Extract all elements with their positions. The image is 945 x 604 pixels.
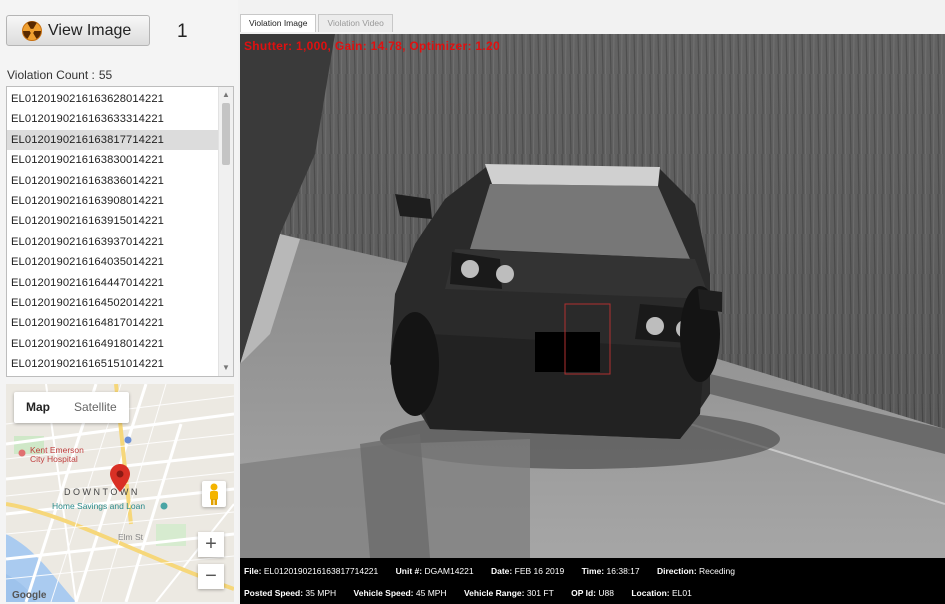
- view-image-button[interactable]: View Image: [6, 15, 150, 46]
- zoom-in-button[interactable]: +: [198, 532, 224, 557]
- info-row-2: Posted Speed: 35 MPH Vehicle Speed: 45 M…: [244, 588, 707, 598]
- info-vehicle-speed: Vehicle Speed: 45 MPH: [353, 588, 447, 598]
- list-scrollbar[interactable]: ▲ ▼: [218, 87, 233, 376]
- info-operator-id: OP Id: U88: [571, 588, 614, 598]
- tab-violation-image[interactable]: Violation Image: [240, 14, 317, 32]
- info-row-1: File: EL0120190216163817714221 Unit #: D…: [244, 566, 750, 576]
- zoom-out-button[interactable]: −: [198, 564, 224, 589]
- violation-list-item[interactable]: EL0120190216163915014221: [7, 211, 219, 231]
- info-posted-speed: Posted Speed: 35 MPH: [244, 588, 337, 598]
- tab-violation-video[interactable]: Violation Video: [318, 14, 393, 32]
- info-vehicle-range: Vehicle Range: 301 FT: [463, 588, 554, 598]
- map-tab-map[interactable]: Map: [14, 392, 62, 423]
- map-type-control[interactable]: Map Satellite: [14, 392, 129, 423]
- violation-list-item[interactable]: EL0120190216164502014221: [7, 293, 219, 313]
- info-file: File: EL0120190216163817714221: [244, 566, 379, 576]
- violation-list-item[interactable]: EL0120190216164447014221: [7, 273, 219, 293]
- radiation-icon: [22, 20, 42, 41]
- viewer-tabs: Violation Image Violation Video: [240, 14, 395, 32]
- info-date: Date: FEB 16 2019: [490, 566, 565, 576]
- info-direction: Direction: Receding: [657, 566, 735, 576]
- left-panel: View Image 1 Violation Count :55 EL01201…: [0, 0, 238, 604]
- violation-info-bar: File: EL0120190216163817714221 Unit #: D…: [240, 558, 945, 604]
- violation-list-item[interactable]: EL0120190216163830014221: [7, 150, 219, 170]
- violation-list-item[interactable]: EL0120190216163628014221: [7, 89, 219, 109]
- violation-list-item[interactable]: EL0120190216164918014221: [7, 334, 219, 354]
- violation-list-item[interactable]: EL0120190216165151014221: [7, 354, 219, 374]
- view-image-label: View Image: [48, 21, 132, 39]
- location-map[interactable]: Map Satellite Kent Emerson City Hospital…: [6, 384, 234, 602]
- violation-list-item[interactable]: EL0120190216164817014221: [7, 313, 219, 333]
- map-label-hospital: Kent Emerson City Hospital: [30, 445, 84, 464]
- map-tab-satellite[interactable]: Satellite: [62, 392, 129, 423]
- camera-settings-overlay: Shutter: 1,000, Gain: 14.78, Optimizer: …: [244, 39, 500, 53]
- violation-list-item[interactable]: EL0120190216163633314221: [7, 109, 219, 129]
- violation-list-item[interactable]: EL0120190216163937014221: [7, 232, 219, 252]
- map-pin-icon[interactable]: [110, 464, 130, 492]
- info-unit: Unit #: DGAM14221: [395, 566, 474, 576]
- violation-image-viewer: Shutter: 1,000, Gain: 14.78, Optimizer: …: [240, 34, 945, 604]
- violation-list-item[interactable]: EL0120190216164035014221: [7, 252, 219, 272]
- info-time: Time: 16:38:17: [581, 566, 640, 576]
- google-logo: Google: [12, 590, 47, 601]
- scroll-up-icon[interactable]: ▲: [219, 89, 233, 101]
- map-label-bank: Home Savings and Loan: [52, 501, 146, 511]
- violation-list[interactable]: EL0120190216163628014221 EL01201902161636…: [6, 86, 234, 377]
- violation-list-item[interactable]: EL0120190216163817714221: [7, 129, 219, 151]
- violation-list-item[interactable]: EL0120190216163908014221: [7, 191, 219, 211]
- info-location: Location: EL01: [631, 588, 692, 598]
- violation-count-value: 55: [98, 68, 113, 82]
- map-label-street: Elm St: [118, 532, 144, 542]
- scroll-thumb[interactable]: [222, 103, 230, 165]
- pegman-icon[interactable]: [202, 481, 226, 507]
- violation-list-item[interactable]: EL0120190216163836014221: [7, 171, 219, 191]
- scroll-down-icon[interactable]: ▼: [219, 362, 233, 374]
- violation-count-label: Violation Count :: [7, 68, 95, 82]
- image-number: 1: [177, 21, 188, 42]
- violation-count: Violation Count :55: [7, 68, 112, 82]
- violation-photo: [240, 34, 945, 558]
